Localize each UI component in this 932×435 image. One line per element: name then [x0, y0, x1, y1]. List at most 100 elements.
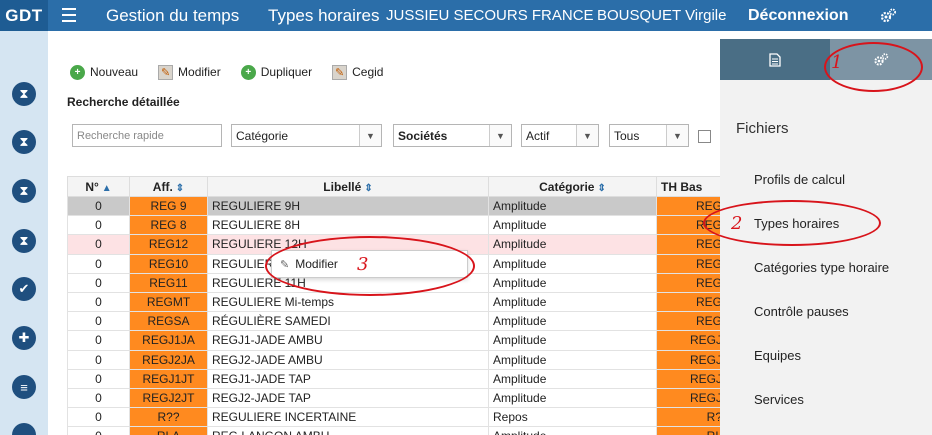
table-cell-num: 0 [67, 234, 130, 255]
menu-item-controle-pauses[interactable]: Contrôle pauses [754, 304, 849, 319]
table-cell-th: R? [656, 407, 727, 428]
edit-button-label: Modifier [178, 65, 221, 79]
table-cell-categorie: Amplitude [488, 253, 657, 274]
filter-checkbox[interactable] [698, 130, 711, 143]
table-cell-aff: REG12 [129, 234, 208, 255]
column-header-label: N° [85, 179, 99, 194]
table-cell-aff: REGMT [129, 291, 208, 313]
table-cell-aff: REGJ2JT [129, 387, 208, 409]
table-cell-libelle: REG LANGON AMBU [207, 426, 489, 435]
table-cell-categorie: Amplitude [488, 349, 657, 370]
column-header-aff[interactable]: Aff. ⇕ [129, 176, 208, 197]
company-select[interactable]: Sociétés ▼ [393, 124, 512, 147]
user-name: BOUSQUET Virgile [597, 7, 727, 24]
column-header-num[interactable]: N° ▲ [67, 176, 130, 197]
hourglass-icon[interactable]: ⧗ [12, 229, 36, 253]
table-cell-categorie: Amplitude [488, 330, 657, 351]
table-cell-num: 0 [67, 330, 130, 351]
status-select[interactable]: Actif ▼ [521, 124, 599, 147]
column-header-categorie[interactable]: Catégorie ⇕ [488, 176, 657, 197]
list-icon[interactable]: ≡ [12, 375, 36, 399]
table-row[interactable]: 0RLAREG LANGON AMBUAmplitudeRL [67, 426, 727, 435]
edit-button[interactable]: ✎ Modifier [158, 64, 221, 80]
table-cell-num: 0 [67, 195, 130, 217]
new-button-label: Nouveau [90, 65, 139, 79]
table-cell-categorie: Amplitude [488, 426, 657, 435]
puzzle-icon[interactable]: ✚ [12, 326, 36, 350]
logout-button[interactable]: Déconnexion [748, 0, 848, 31]
menu-item-equipes[interactable]: Equipes [754, 348, 801, 363]
table-row[interactable]: 0 REGJ2JA REGJ2-JADE AMBU Amplitude REGJ [67, 349, 727, 370]
table-cell-num: 0 [67, 215, 130, 236]
table-cell-num: 0 [67, 253, 130, 274]
table-row[interactable]: 0 REGMT REGULIERE Mi-temps Amplitude REG [67, 291, 727, 313]
table-cell-num: 0 [67, 387, 130, 409]
table-row[interactable]: 0 REG 8 REGULIERE 8H Amplitude REG [67, 215, 727, 236]
scope-select[interactable]: Tous ▼ [609, 124, 689, 147]
table-row[interactable]: 0 REGJ2JT REGJ2-JADE TAP Amplitude REGJ [67, 387, 727, 409]
quick-search-input[interactable]: Recherche rapide [72, 124, 222, 147]
new-button[interactable]: + Nouveau [70, 64, 138, 80]
table-cell-categorie: Amplitude [488, 234, 657, 255]
table-cell-num: 0 [67, 368, 130, 389]
table-row[interactable]: 0 REG 9 REGULIERE 9H Amplitude REG [67, 195, 727, 217]
table-cell-categorie: Amplitude [488, 387, 657, 409]
hourglass-icon[interactable]: ⧗ [12, 130, 36, 154]
table-cell-aff: REG11 [129, 272, 208, 293]
menu-item-services[interactable]: Services [754, 392, 804, 407]
table-cell-libelle: REGJ1-JADE TAP [207, 368, 489, 389]
table-cell-categorie: Amplitude [488, 311, 657, 332]
table-cell-libelle: REGULIERE 8H [207, 215, 489, 236]
table-cell-categorie: Amplitude [488, 368, 657, 389]
company-select-value: Sociétés [398, 128, 448, 143]
hourglass-icon[interactable]: ⧗ [12, 82, 36, 106]
hourglass-icon[interactable]: ⧗ [12, 179, 36, 203]
table-cell-libelle: REGJ2-JADE TAP [207, 387, 489, 409]
table-cell-th: REGJ [656, 349, 727, 370]
table-cell-categorie: Amplitude [488, 215, 657, 236]
column-header-label: Catégorie [539, 179, 595, 194]
sort-icon: ⇕ [597, 182, 606, 194]
table-cell-categorie: Amplitude [488, 195, 657, 217]
plus-icon: + [240, 64, 256, 80]
column-header-label: Libellé [323, 179, 362, 194]
table-cell-th: REG [656, 291, 727, 313]
table-row[interactable]: 0 REGSA RÉGULIÈRE SAMEDI Amplitude REG [67, 311, 727, 332]
settings-gears-icon[interactable] [879, 7, 897, 25]
search-section-title: Recherche détaillée [67, 95, 180, 109]
menu-item-categories-type-horaire[interactable]: Catégories type horaire [754, 260, 889, 275]
table-cell-categorie: Amplitude [488, 272, 657, 293]
table-cell-th: RL [656, 426, 727, 435]
duplicate-button[interactable]: + Dupliquer [240, 64, 312, 80]
toolbar: + Nouveau ✎ Modifier + Dupliquer ✎ Cegid [70, 64, 403, 80]
column-header-th-base[interactable]: TH Bas [656, 176, 727, 197]
table-cell-aff: REGJ1JT [129, 368, 208, 389]
menu-icon[interactable] [62, 8, 76, 22]
table-cell-aff: REG 9 [129, 195, 208, 217]
column-header-libelle[interactable]: Libellé ⇕ [207, 176, 489, 197]
table-row[interactable]: 0 REGJ1JT REGJ1-JADE TAP Amplitude REGJ [67, 368, 727, 389]
list-icon[interactable] [12, 423, 36, 435]
table-cell-th: REGJ [656, 368, 727, 389]
scope-select-value: Tous [614, 128, 640, 143]
table-header-row: N° ▲ Aff. ⇕ Libellé ⇕ Catégorie ⇕ TH Bas [67, 176, 727, 197]
plus-icon: + [70, 64, 85, 80]
category-select[interactable]: Catégorie ▼ [231, 124, 382, 147]
table-row[interactable]: 0 R?? REGULIERE INCERTAINE Repos R? [67, 407, 727, 428]
category-select-value: Catégorie [236, 128, 289, 143]
cegid-button[interactable]: ✎ Cegid [332, 64, 383, 80]
app-logo[interactable]: GDT [0, 0, 48, 31]
table-cell-num: 0 [67, 426, 130, 435]
table-cell-aff: REGSA [129, 311, 208, 332]
tab-documents[interactable] [720, 39, 830, 80]
page-title: Types horaires [268, 6, 380, 25]
table-cell-aff: RLA [129, 426, 208, 435]
table-cell-th: REGJ [656, 387, 727, 409]
table-cell-libelle: RÉGULIÈRE SAMEDI [207, 311, 489, 332]
check-icon[interactable]: ✔ [12, 277, 36, 301]
table-cell-libelle: REGULIERE INCERTAINE [207, 407, 489, 428]
table-row[interactable]: 0 REGJ1JA REGJ1-JADE AMBU Amplitude REGJ [67, 330, 727, 351]
table-cell-th: REGJ [656, 330, 727, 351]
menu-item-profils-calcul[interactable]: Profils de calcul [754, 172, 845, 187]
sort-icon: ⇕ [364, 182, 373, 194]
